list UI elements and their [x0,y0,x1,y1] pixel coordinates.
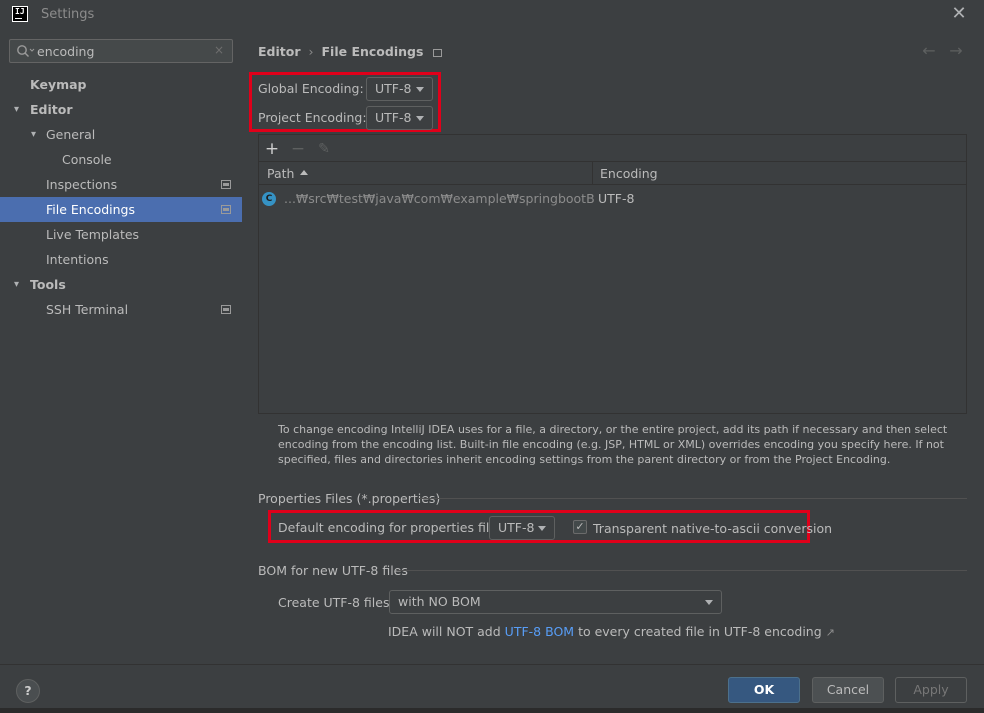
properties-encoding-value: UTF-8 [498,520,535,535]
section-divider [397,570,967,571]
project-scope-icon [433,48,443,57]
sidebar-item-keymap[interactable]: Keymap [0,72,242,97]
project-encoding-label: Project Encoding: [258,110,367,125]
java-class-icon: C [262,192,276,206]
ok-button[interactable]: OK [728,677,800,703]
back-arrow-icon[interactable]: ← [920,41,938,60]
dropdown-arrow-icon [416,87,424,92]
encoding-cell[interactable]: UTF-8 [598,187,634,211]
project-scope-icon [221,180,231,189]
dropdown-arrow-icon [416,116,424,121]
sidebar-item-intentions[interactable]: Intentions [0,247,242,272]
sidebar-item-general[interactable]: ▾ General [0,122,242,147]
sidebar-item-inspections[interactable]: Inspections [0,172,242,197]
bom-note: IDEA will NOT add UTF-8 BOM to every cre… [388,624,835,639]
project-scope-icon [221,205,231,214]
table-header: Path Encoding [259,161,966,185]
path-cell: ...₩src₩test₩java₩com₩example₩springboot… [284,191,594,206]
breadcrumb-parent[interactable]: Editor [258,44,301,59]
properties-encoding-dropdown[interactable]: UTF-8 [489,516,555,540]
add-icon[interactable]: + [262,139,282,159]
sidebar-item-editor[interactable]: ▾ Editor [0,97,242,122]
transparent-conversion-label[interactable]: Transparent native-to-ascii conversion [593,521,832,536]
create-utf8-files-label: Create UTF-8 files: [278,595,394,610]
edit-icon[interactable]: ✎ [314,139,334,159]
table-row[interactable]: C ...₩src₩test₩java₩com₩example₩springbo… [259,187,966,211]
settings-search-input[interactable] [37,42,207,60]
sort-ascending-icon [300,170,309,175]
transparent-conversion-checkbox[interactable]: ✓ [573,520,587,534]
utf8-bom-link[interactable]: UTF-8 BOM [505,624,574,639]
breadcrumb: Editor › File Encodings [258,44,443,62]
help-button[interactable]: ? [16,679,40,703]
path-encoding-table: + − ✎ Path Encoding C ...₩src₩test₩java₩… [258,134,967,414]
create-utf8-files-value: with NO BOM [398,594,481,609]
title-bar: IJ Settings ✕ [0,0,984,30]
dialog-footer: ? OK Cancel Apply [0,664,984,713]
sidebar-item-tools[interactable]: ▾ Tools [0,272,242,297]
create-utf8-files-dropdown[interactable]: with NO BOM [389,590,722,614]
bom-section-title: BOM for new UTF-8 files [258,563,408,578]
clear-search-icon[interactable]: × [214,43,224,57]
breadcrumb-separator: › [308,44,314,59]
close-icon[interactable]: ✕ [949,3,969,25]
external-link-icon: ↗ [825,626,835,639]
global-encoding-label: Global Encoding: [258,81,364,96]
dropdown-arrow-icon [538,526,546,531]
column-header-encoding[interactable]: Encoding [600,162,658,184]
global-encoding-dropdown[interactable]: UTF-8 [366,77,433,101]
window-title: Settings [41,7,95,22]
chevron-down-icon[interactable]: ▾ [14,97,26,122]
cancel-button[interactable]: Cancel [812,677,884,703]
dropdown-arrow-icon [705,600,713,605]
project-scope-icon [221,305,231,314]
file-encodings-panel: Editor › File Encodings ← → Global Encodin… [242,30,984,664]
column-header-path[interactable]: Path [267,162,309,184]
default-properties-encoding-label: Default encoding for properties files: [278,520,508,535]
chevron-down-icon[interactable]: ▾ [31,122,43,147]
settings-sidebar: × Keymap ▾ Editor ▾ General Console Insp… [0,30,242,664]
search-icon [17,45,35,57]
chevron-down-icon[interactable]: ▾ [14,272,26,297]
sidebar-item-file-encodings[interactable]: File Encodings [0,197,242,222]
sidebar-item-ssh-terminal[interactable]: SSH Terminal [0,297,242,322]
bottom-edge [0,708,984,713]
project-encoding-value: UTF-8 [375,110,412,125]
intellij-logo-icon: IJ [12,6,28,22]
checkmark-icon: ✓ [575,520,585,533]
apply-button[interactable]: Apply [895,677,967,703]
forward-arrow-icon[interactable]: → [947,41,965,60]
column-divider[interactable] [592,162,593,185]
section-divider [418,498,967,499]
global-encoding-value: UTF-8 [375,81,412,96]
project-encoding-dropdown[interactable]: UTF-8 [366,106,433,130]
settings-search-box[interactable]: × [9,39,233,63]
breadcrumb-current: File Encodings [321,44,424,59]
properties-section-title: Properties Files (*.properties) [258,491,441,506]
encoding-help-text: To change encoding IntelliJ IDEA uses fo… [278,423,948,466]
sidebar-item-live-templates[interactable]: Live Templates [0,222,242,247]
remove-icon[interactable]: − [288,139,308,159]
sidebar-item-console[interactable]: Console [0,147,242,172]
